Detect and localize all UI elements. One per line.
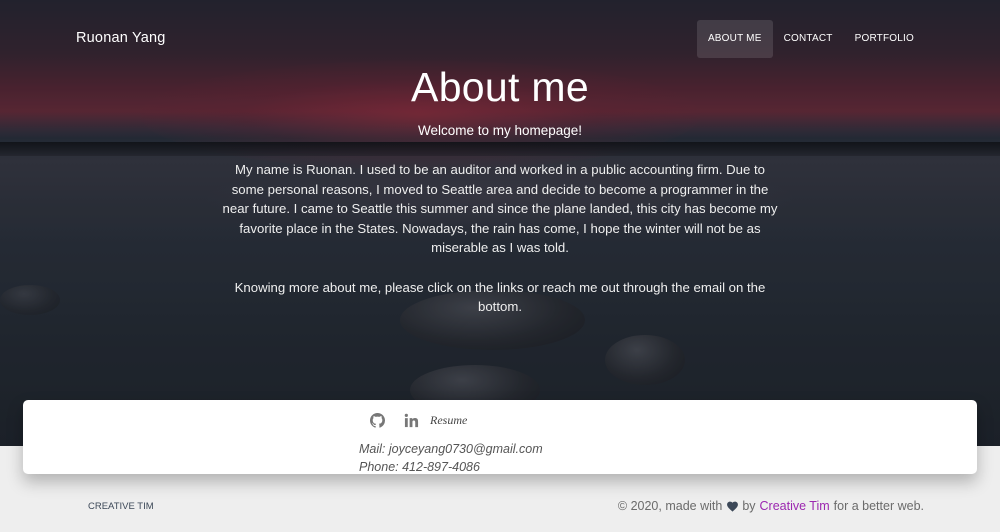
linkedin-icon[interactable] xyxy=(402,411,420,429)
social-links: Resume xyxy=(368,410,467,430)
phone-text: Phone: 412-897-4086 xyxy=(359,460,480,474)
page: Ruonan Yang ABOUT ME CONTACT PORTFOLIO A… xyxy=(0,0,1000,532)
contact-info: Mail: joyceyang0730@gmail.com Phone: 412… xyxy=(359,440,543,476)
copyright-text: © 2020, made with xyxy=(617,499,723,513)
page-title: About me xyxy=(411,64,589,110)
nav-contact[interactable]: CONTACT xyxy=(773,20,844,58)
about-text: My name is Ruonan. I used to be an audit… xyxy=(218,160,782,317)
navbar-brand[interactable]: Ruonan Yang xyxy=(76,30,166,46)
github-icon[interactable] xyxy=(368,411,386,429)
copyright-by: by xyxy=(742,499,756,513)
hero-subtitle: Welcome to my homepage! xyxy=(417,123,583,138)
navbar-menu: ABOUT ME CONTACT PORTFOLIO xyxy=(696,20,925,58)
footer-brand-link[interactable]: CREATIVE TIM xyxy=(88,501,154,512)
creative-tim-link[interactable]: Creative Tim xyxy=(760,499,830,513)
about-paragraph: Knowing more about me, please click on t… xyxy=(234,279,766,315)
about-paragraph: My name is Ruonan. I used to be an audit… xyxy=(222,162,778,256)
email-text[interactable]: Mail: joyceyang0730@gmail.com xyxy=(359,440,543,458)
footer-copyright: © 2020, made with by Creative Tim for a … xyxy=(618,499,924,513)
resume-link[interactable]: Resume xyxy=(430,413,467,428)
hero-section: Ruonan Yang ABOUT ME CONTACT PORTFOLIO A… xyxy=(0,0,1000,446)
nav-about-me[interactable]: ABOUT ME xyxy=(696,20,773,58)
nav-portfolio[interactable]: PORTFOLIO xyxy=(844,20,925,58)
heart-icon xyxy=(726,500,739,512)
copyright-suffix: for a better web. xyxy=(833,499,924,513)
contact-card: Resume Mail: joyceyang0730@gmail.com Pho… xyxy=(23,400,977,474)
